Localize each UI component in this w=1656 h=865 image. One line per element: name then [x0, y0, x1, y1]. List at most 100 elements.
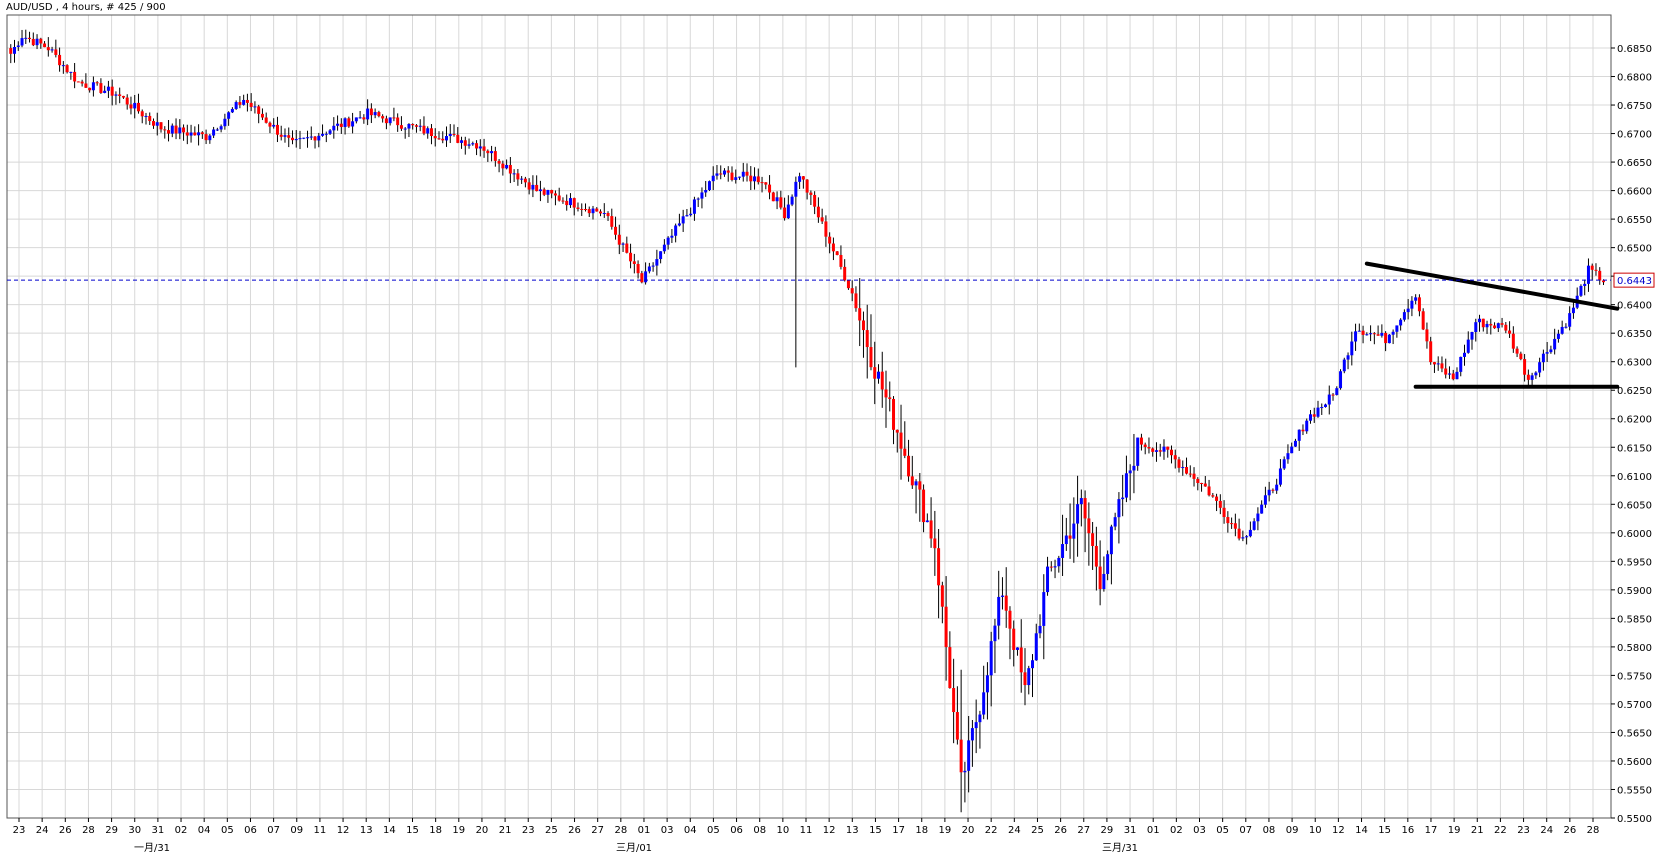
candle-body: [587, 209, 591, 214]
candle-body: [1301, 429, 1305, 432]
candle-body: [223, 118, 227, 127]
candle-body: [1560, 326, 1564, 334]
candle-body: [24, 37, 28, 39]
candle-body: [1046, 566, 1050, 593]
candle-body: [497, 160, 501, 164]
candle-body: [546, 189, 550, 195]
candle-body: [952, 688, 956, 713]
candle-body: [978, 714, 982, 723]
candle-body: [839, 254, 843, 267]
x-month-label: 一月/31: [134, 842, 170, 854]
candle-body: [576, 207, 580, 209]
candle-body: [873, 367, 877, 379]
candle-body: [354, 117, 358, 122]
candle-body: [309, 136, 313, 138]
candle-body: [1526, 374, 1530, 380]
candle-body: [1230, 523, 1234, 525]
x-tick-label: 18: [429, 825, 442, 836]
x-tick-label: 04: [198, 825, 211, 836]
x-tick-label: 28: [82, 825, 95, 836]
candle-body: [463, 140, 467, 146]
x-tick-label: 19: [939, 825, 952, 836]
candle-body: [707, 181, 711, 190]
candle-body: [399, 125, 403, 129]
candle-body: [929, 520, 933, 539]
candle-body: [482, 146, 486, 151]
candle-body: [358, 117, 362, 119]
candle-body: [1012, 628, 1016, 650]
candle-body: [324, 133, 328, 135]
candle-body: [1241, 537, 1245, 539]
candle-body: [809, 192, 813, 195]
candle-body: [944, 606, 948, 648]
candle-body: [1583, 283, 1587, 286]
x-tick-label: 05: [221, 825, 234, 836]
candle-body: [1064, 535, 1068, 545]
candle-body: [422, 125, 426, 134]
candle-body: [279, 134, 283, 137]
x-tick-label: 06: [730, 825, 743, 836]
candle-body: [1057, 557, 1061, 567]
candle-body: [73, 71, 77, 82]
candle-body: [1248, 529, 1252, 537]
candle-body: [339, 123, 343, 127]
candle-body: [1399, 319, 1403, 326]
y-tick-label: 0.5800: [1617, 643, 1652, 654]
x-tick-label: 24: [1540, 825, 1553, 836]
candle-body: [715, 173, 719, 176]
candle-body: [967, 740, 971, 771]
x-tick-label: 22: [985, 825, 998, 836]
candle-body: [583, 209, 587, 211]
y-tick-label: 0.6850: [1617, 44, 1652, 55]
y-tick-label: 0.6750: [1617, 101, 1652, 112]
y-tick-label: 0.6600: [1617, 187, 1652, 198]
candle-body: [1117, 499, 1121, 518]
candle-body: [820, 217, 824, 222]
candle-body: [215, 129, 219, 131]
candle-body: [1188, 473, 1192, 475]
candle-body: [1237, 528, 1241, 539]
candle-body: [711, 175, 715, 182]
x-tick-label: 06: [244, 825, 257, 836]
x-tick-label: 12: [1332, 825, 1345, 836]
candle-body: [290, 137, 294, 141]
candle-body: [238, 102, 242, 105]
candle-body: [467, 144, 471, 146]
candle-body: [336, 123, 340, 126]
candle-body: [407, 124, 411, 129]
x-tick-label: 25: [545, 825, 558, 836]
candle-body: [1384, 332, 1388, 344]
candle-body: [801, 176, 805, 180]
candle-body: [734, 177, 738, 180]
candle-body: [1196, 478, 1200, 483]
x-tick-label: 21: [1471, 825, 1484, 836]
candle-body: [471, 143, 475, 145]
candle-body: [452, 133, 456, 135]
candle-body: [508, 164, 512, 174]
candle-body: [1320, 407, 1324, 409]
candle-body: [1286, 453, 1290, 460]
candle-body: [1387, 334, 1391, 344]
candle-body: [1019, 647, 1023, 673]
candle-body: [884, 389, 888, 398]
candle-body: [1207, 486, 1211, 496]
candle-body: [651, 265, 655, 267]
candle-body: [520, 178, 524, 180]
candle-body: [332, 125, 336, 131]
candle-body: [140, 111, 144, 117]
candle-body: [1072, 523, 1076, 539]
x-tick-label: 28: [1587, 825, 1600, 836]
candle-body: [895, 429, 899, 433]
candle-body: [328, 130, 332, 134]
candle-body: [396, 117, 400, 126]
x-tick-label: 26: [1563, 825, 1576, 836]
x-tick-label: 13: [846, 825, 859, 836]
candle-body: [542, 189, 546, 195]
candle-body: [1087, 518, 1091, 534]
candle-body: [1143, 444, 1147, 447]
candle-body: [1523, 359, 1527, 375]
candle-body: [602, 212, 606, 214]
y-tick-label: 0.5950: [1617, 557, 1652, 568]
candle-body: [985, 675, 989, 693]
candle-body: [1293, 440, 1297, 447]
